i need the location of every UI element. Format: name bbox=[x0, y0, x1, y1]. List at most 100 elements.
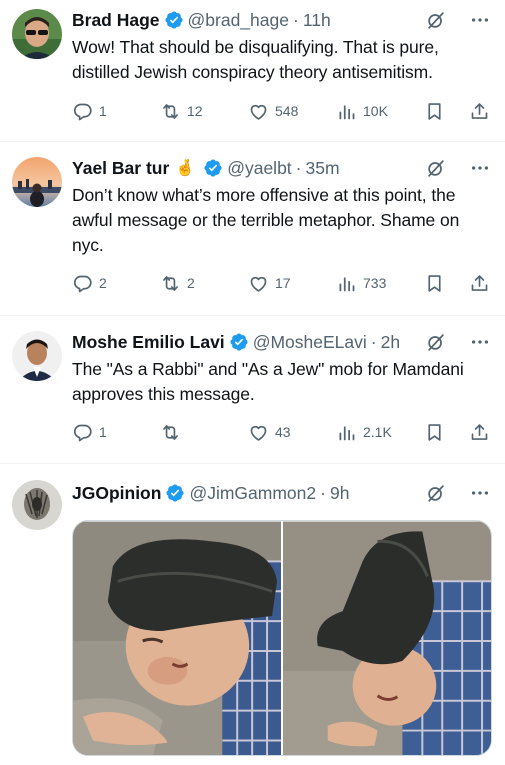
author-handle[interactable]: @MosheELavi bbox=[253, 332, 367, 353]
grok-icon[interactable] bbox=[425, 9, 447, 31]
repost-icon bbox=[160, 273, 181, 294]
avatar[interactable] bbox=[12, 9, 62, 59]
author-handle[interactable]: @yaelbt bbox=[227, 158, 291, 179]
repost-count: 2 bbox=[187, 275, 195, 291]
header-actions bbox=[425, 331, 491, 353]
repost-button[interactable]: 12 bbox=[160, 101, 220, 122]
timeline: Brad Hage @brad_hage · 11h Wow! That sho… bbox=[0, 0, 505, 765]
reply-icon bbox=[72, 422, 93, 443]
tweet-actions: 1 43 2.1K bbox=[72, 421, 490, 443]
media-photo-right[interactable] bbox=[283, 521, 491, 756]
header-actions bbox=[425, 482, 491, 504]
timestamp[interactable]: 2h bbox=[381, 332, 400, 353]
avatar-image bbox=[12, 9, 62, 59]
timestamp[interactable]: 35m bbox=[306, 158, 340, 179]
tweet-text: The "As a Rabbi" and "As a Jew" mob for … bbox=[72, 359, 464, 404]
author-name[interactable]: Moshe Emilio Lavi bbox=[72, 332, 225, 353]
reply-icon bbox=[72, 273, 93, 294]
avatar[interactable] bbox=[12, 331, 62, 381]
avatar-image bbox=[12, 480, 62, 530]
author-handle[interactable]: @brad_hage bbox=[188, 10, 289, 31]
like-count: 548 bbox=[275, 103, 299, 119]
crossed-fingers-emoji: 🤞 bbox=[175, 160, 196, 177]
separator-dot: · bbox=[370, 331, 377, 352]
author-handle[interactable]: @JimGammon2 bbox=[189, 483, 316, 504]
timestamp[interactable]: 9h bbox=[330, 483, 349, 504]
bookmark-icon[interactable] bbox=[424, 422, 445, 443]
views-icon bbox=[336, 273, 357, 294]
reply-button[interactable]: 2 bbox=[72, 273, 132, 294]
separator-dot: · bbox=[320, 482, 326, 503]
verified-badge-icon bbox=[164, 10, 184, 30]
reply-icon bbox=[72, 101, 93, 122]
tweet[interactable]: Yael Bar tur 🤞 @yaelbt · 35m Don’t know … bbox=[0, 142, 505, 316]
tweet-text: Don’t know what’s more offensive at this… bbox=[72, 185, 460, 255]
view-count: 2.1K bbox=[363, 424, 392, 440]
more-icon[interactable] bbox=[469, 331, 491, 353]
verified-badge-icon bbox=[165, 483, 185, 503]
tweet-actions: 1 12 548 10K bbox=[72, 100, 490, 122]
separator-dot: · bbox=[293, 9, 299, 30]
tweet-text: Wow! That should be disqualifying. That … bbox=[72, 37, 439, 82]
tweet[interactable]: Brad Hage @brad_hage · 11h Wow! That sho… bbox=[0, 0, 505, 142]
views-button[interactable]: 733 bbox=[336, 273, 396, 294]
tweet[interactable]: JGOpinion @JimGammon2 · 9h bbox=[0, 464, 505, 765]
repost-count: 12 bbox=[187, 103, 203, 119]
avatar-image bbox=[12, 157, 62, 207]
reply-count: 1 bbox=[99, 424, 107, 440]
tweet-header: Moshe Emilio Lavi @MosheELavi · 2h bbox=[72, 330, 493, 354]
like-count: 17 bbox=[275, 275, 291, 291]
tweet-header: Brad Hage @brad_hage · 11h bbox=[72, 8, 493, 32]
timestamp[interactable]: 11h bbox=[303, 10, 331, 31]
bookmark-share bbox=[424, 422, 490, 443]
views-button[interactable]: 10K bbox=[336, 101, 396, 122]
avatar-image bbox=[12, 331, 62, 381]
avatar[interactable] bbox=[12, 157, 62, 207]
tweet[interactable]: Moshe Emilio Lavi @MosheELavi · 2h The "… bbox=[0, 316, 505, 464]
like-count: 43 bbox=[275, 424, 291, 440]
repost-button[interactable]: 2 bbox=[160, 273, 220, 294]
bookmark-icon[interactable] bbox=[424, 101, 445, 122]
reply-count: 2 bbox=[99, 275, 107, 291]
views-icon bbox=[336, 422, 357, 443]
share-icon[interactable] bbox=[469, 273, 490, 294]
like-button[interactable]: 17 bbox=[248, 273, 308, 294]
verified-badge-icon bbox=[229, 332, 249, 352]
bookmark-icon[interactable] bbox=[424, 273, 445, 294]
tweet-actions: 2 2 17 733 bbox=[72, 272, 490, 294]
repost-icon bbox=[160, 422, 181, 443]
reply-button[interactable]: 1 bbox=[72, 422, 132, 443]
like-icon bbox=[248, 273, 269, 294]
more-icon[interactable] bbox=[469, 9, 491, 31]
view-count: 733 bbox=[363, 275, 387, 291]
repost-button[interactable] bbox=[160, 422, 220, 443]
grok-icon[interactable] bbox=[425, 157, 447, 179]
view-count: 10K bbox=[363, 103, 388, 119]
bookmark-share bbox=[424, 273, 490, 294]
share-icon[interactable] bbox=[469, 422, 490, 443]
like-button[interactable]: 548 bbox=[248, 101, 308, 122]
header-actions bbox=[425, 157, 491, 179]
author-name[interactable]: Brad Hage bbox=[72, 10, 160, 31]
author-name[interactable]: Yael Bar tur bbox=[72, 158, 169, 179]
more-icon[interactable] bbox=[469, 482, 491, 504]
tweet-header: Yael Bar tur 🤞 @yaelbt · 35m bbox=[72, 156, 493, 180]
reply-button[interactable]: 1 bbox=[72, 101, 132, 122]
like-button[interactable]: 43 bbox=[248, 422, 308, 443]
tweet-header: JGOpinion @JimGammon2 · 9h bbox=[72, 481, 493, 505]
share-icon[interactable] bbox=[469, 101, 490, 122]
like-icon bbox=[248, 422, 269, 443]
grok-icon[interactable] bbox=[425, 482, 447, 504]
more-icon[interactable] bbox=[469, 157, 491, 179]
header-actions bbox=[425, 9, 491, 31]
bookmark-share bbox=[424, 101, 490, 122]
author-name[interactable]: JGOpinion bbox=[72, 483, 161, 504]
tweet-media[interactable] bbox=[72, 520, 492, 756]
views-button[interactable]: 2.1K bbox=[336, 422, 396, 443]
grok-icon[interactable] bbox=[425, 331, 447, 353]
reply-count: 1 bbox=[99, 103, 107, 119]
repost-icon bbox=[160, 101, 181, 122]
like-icon bbox=[248, 101, 269, 122]
media-photo-left[interactable] bbox=[73, 521, 281, 756]
avatar[interactable] bbox=[12, 480, 62, 530]
